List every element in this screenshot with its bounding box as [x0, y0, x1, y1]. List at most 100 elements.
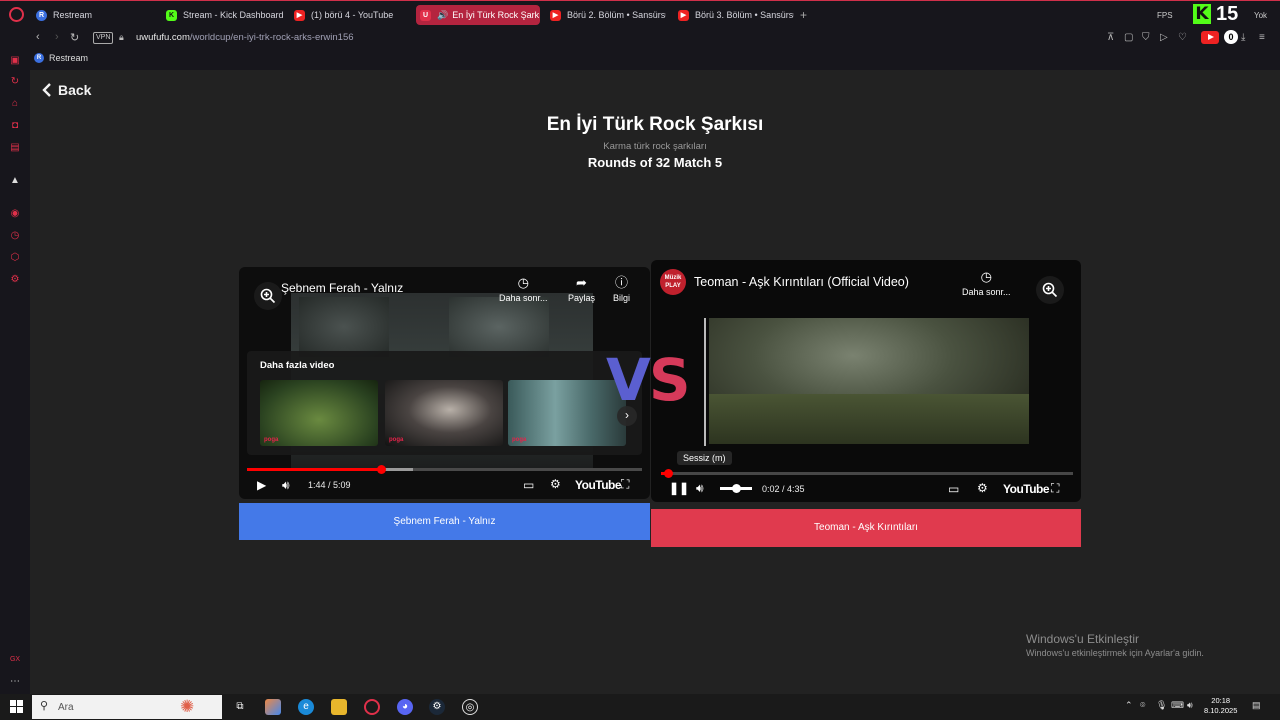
- download-icon[interactable]: ⤓: [1241, 32, 1245, 43]
- volume-slider[interactable]: [720, 484, 752, 493]
- menu-icon[interactable]: ≡: [1259, 32, 1265, 43]
- copilot-icon[interactable]: [265, 699, 281, 715]
- discord-icon[interactable]: ◕: [397, 699, 413, 715]
- play-icon[interactable]: ▶: [257, 478, 266, 492]
- volume-icon[interactable]: 🔊︎: [282, 478, 290, 492]
- notifications-icon[interactable]: ▤: [1252, 700, 1261, 711]
- player-icon[interactable]: ▷: [1160, 32, 1168, 43]
- history-icon[interactable]: ◷: [9, 230, 21, 242]
- task-view-icon[interactable]: ⧉: [232, 699, 248, 715]
- windows-start-icon[interactable]: [10, 700, 23, 713]
- tab-boru-2[interactable]: ▶ Börü 2. Bölüm • Sansürsü: [546, 5, 666, 25]
- zoom-button[interactable]: [254, 282, 282, 310]
- vpn-badge[interactable]: VPN: [93, 32, 114, 44]
- heart-icon[interactable]: ♡: [1178, 32, 1187, 43]
- tab-label: Börü 3. Bölüm • Sansürsü: [695, 10, 794, 20]
- taskbar-search[interactable]: ⚲ Ara ✺: [32, 695, 222, 719]
- bookmark-restream[interactable]: R Restream: [34, 53, 88, 63]
- settings-gear-icon[interactable]: ⚙: [977, 481, 988, 495]
- extensions-icon[interactable]: ⬡: [9, 252, 21, 264]
- choose-right-button[interactable]: Teoman - Aşk Kırıntıları: [651, 509, 1081, 547]
- share-label: Paylaş: [568, 293, 596, 303]
- tab-uwufufu-active[interactable]: U 🔊 En İyi Türk Rock Şarkı: [416, 5, 540, 25]
- subtitles-icon[interactable]: ▭: [948, 482, 959, 496]
- settings-icon[interactable]: ⚙: [9, 274, 21, 286]
- info-button[interactable]: ⓘ Bilgi: [613, 275, 630, 303]
- right-video-title[interactable]: Teoman - Aşk Kırıntıları (Official Video…: [694, 275, 909, 289]
- tray-app-icon[interactable]: ⌾: [1140, 700, 1145, 711]
- gx-icon[interactable]: GX: [9, 654, 21, 666]
- player-icon[interactable]: ◉: [9, 208, 21, 220]
- fullscreen-icon[interactable]: ⛶: [1051, 481, 1059, 495]
- pause-icon[interactable]: ❚❚: [669, 481, 689, 495]
- store-icon[interactable]: ⌂: [9, 98, 21, 110]
- opera-gx-icon[interactable]: [364, 699, 380, 715]
- tab-restream[interactable]: R Restream: [32, 5, 158, 25]
- watch-later-button[interactable]: ◷ Daha sonr...: [962, 269, 1011, 297]
- steam-icon[interactable]: ⚙: [429, 699, 445, 715]
- choose-left-button[interactable]: Şebnem Ferah - Yalnız: [239, 503, 650, 540]
- lock-icon[interactable]: 🔒︎: [119, 32, 124, 43]
- uwufufu-icon: U: [420, 9, 431, 21]
- youtube-extension-icon[interactable]: [1201, 31, 1219, 44]
- zoom-in-icon: [1042, 282, 1058, 298]
- tab-youtube-boru[interactable]: ▶ (1) börü 4 - YouTube: [290, 5, 414, 25]
- settings-gear-icon[interactable]: ⚙: [550, 477, 561, 491]
- volume-icon[interactable]: 🔊︎: [696, 481, 704, 495]
- pin-icon[interactable]: ⊼: [1107, 32, 1114, 43]
- new-tab-button[interactable]: +: [800, 8, 807, 22]
- chevron-up-icon[interactable]: ⌃: [1125, 700, 1133, 711]
- reload-icon[interactable]: ↻: [70, 31, 79, 44]
- youtube-logo[interactable]: YouTube: [1003, 482, 1050, 496]
- fps-label: FPS: [1157, 11, 1173, 20]
- right-progress-bar[interactable]: [661, 469, 1073, 478]
- restream-icon: R: [36, 9, 47, 21]
- url-field[interactable]: uwufufu.com/worldcup/en-iyi-trk-rock-ark…: [136, 32, 354, 43]
- obs-icon[interactable]: ◎: [462, 699, 478, 715]
- left-video-player[interactable]: Şebnem Ferah - Yalnız ◷ Daha sonr... ➦ P…: [239, 267, 650, 499]
- aria-icon[interactable]: ▲: [9, 175, 21, 187]
- wallet-icon[interactable]: ▣: [9, 55, 21, 67]
- tab-boru-3[interactable]: ▶ Börü 3. Bölüm • Sansürsü: [674, 5, 794, 25]
- tab-label: (1) börü 4 - YouTube: [311, 10, 394, 20]
- more-icon[interactable]: ⋯: [9, 676, 21, 688]
- youtube-logo[interactable]: YouTube: [575, 478, 622, 492]
- subtitles-icon[interactable]: ▭: [523, 478, 534, 492]
- zoom-button[interactable]: [1036, 276, 1064, 304]
- edge-icon[interactable]: e: [298, 699, 314, 715]
- microphone-icon[interactable]: 🎙︎: [1156, 700, 1167, 711]
- volume-knob[interactable]: [732, 484, 741, 493]
- left-progress-bar[interactable]: [247, 465, 642, 474]
- suggested-video-thumbnail[interactable]: poga: [385, 380, 503, 446]
- chevron-left-icon: [42, 83, 51, 97]
- page-title: En İyi Türk Rock Şarkısı: [546, 114, 764, 135]
- snapshot-icon[interactable]: ▢: [1124, 32, 1133, 43]
- youtube-icon: ▶: [678, 9, 689, 21]
- speaker-icon[interactable]: 🔊: [437, 10, 448, 21]
- video-frame: [709, 318, 1029, 444]
- scrubber-knob[interactable]: [377, 465, 387, 474]
- opera-menu-icon[interactable]: [9, 7, 24, 22]
- back-button[interactable]: Back: [42, 82, 91, 98]
- refresh-icon[interactable]: ↻: [9, 76, 21, 88]
- kick-icon: K: [166, 9, 177, 21]
- taskbar-clock[interactable]: 20:18 8.10.2025: [1204, 696, 1237, 716]
- extension-badge: 0: [1224, 30, 1238, 44]
- suggested-video-thumbnail[interactable]: poga: [260, 380, 378, 446]
- right-video-player[interactable]: Müzik PLAY Teoman - Aşk Kırıntıları (Off…: [651, 260, 1081, 502]
- tab-kick-dashboard[interactable]: K Stream - Kick Dashboard: [162, 5, 288, 25]
- left-video-title[interactable]: Şebnem Ferah - Yalnız: [281, 281, 403, 295]
- fullscreen-icon[interactable]: ⛶: [621, 477, 629, 491]
- channel-logo[interactable]: Müzik PLAY: [660, 269, 686, 295]
- network-icon[interactable]: ⌨: [1171, 700, 1184, 711]
- watch-later-button[interactable]: ◷ Daha sonr...: [499, 275, 548, 303]
- speaker-icon[interactable]: 🔊︎: [1187, 700, 1193, 711]
- shield-icon[interactable]: ⛉: [1142, 32, 1150, 43]
- bookmarks-bar: R Restream: [0, 48, 1280, 70]
- share-button[interactable]: ➦ Paylaş: [568, 275, 595, 303]
- forward-arrow-icon[interactable]: ›: [55, 31, 59, 43]
- youtube-icon: ▶: [550, 9, 561, 21]
- file-explorer-icon[interactable]: [331, 699, 347, 715]
- back-arrow-icon[interactable]: ‹: [36, 31, 40, 43]
- scrubber-knob[interactable]: [664, 469, 674, 478]
